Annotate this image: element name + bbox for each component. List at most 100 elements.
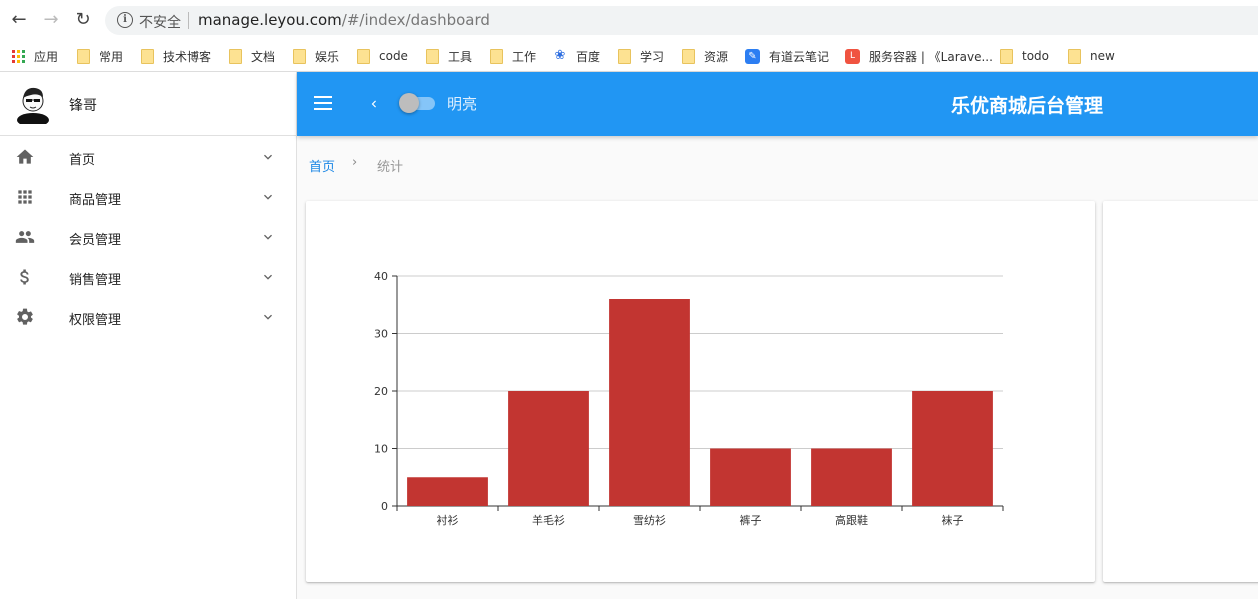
breadcrumb-current: 统计 (377, 160, 404, 175)
bar (811, 448, 892, 506)
x-tick-label: 雪纺衫 (633, 513, 666, 527)
folder-icon (77, 48, 90, 64)
sidebar-item-products[interactable]: 商品管理 (0, 177, 297, 217)
bookmark-label: 工具 (448, 49, 473, 64)
folder-icon (1068, 48, 1081, 64)
bar (609, 299, 690, 506)
sidebar: 锋哥 首页 商品管理 会员管理 销售管理 权限管理 (0, 72, 297, 599)
bookmark-apps[interactable]: 应用 (12, 46, 58, 66)
sidebar-item-label: 权限管理 (69, 313, 122, 328)
x-tick-label: 裤子 (740, 513, 762, 527)
y-tick-label: 10 (374, 443, 388, 456)
omnibox-divider (188, 12, 189, 29)
reload-icon[interactable]: ↻ (73, 10, 93, 30)
folder-icon (618, 48, 631, 64)
bookmark-folder[interactable]: 常用 (77, 46, 123, 66)
folder-icon (682, 48, 695, 64)
url-omnibox[interactable]: i 不安全 manage.leyou.com/#/index/dashboard (105, 6, 1258, 35)
menu-icon[interactable] (314, 96, 332, 110)
side-card (1103, 201, 1258, 582)
folder-icon (293, 48, 306, 64)
url-path: /#/index/dashboard (341, 11, 490, 29)
bookmark-label: 百度 (576, 49, 601, 64)
info-icon[interactable]: i (117, 12, 133, 28)
people-icon (15, 231, 35, 243)
x-tick-label: 羊毛衫 (532, 513, 565, 527)
bookmark-label: 常用 (99, 49, 124, 64)
bookmark-label: 服务容器 | 《Larave... (869, 49, 993, 64)
url-text[interactable]: manage.leyou.com/#/index/dashboard (198, 11, 490, 29)
bookmark-folder[interactable]: 学习 (618, 46, 664, 66)
folder-icon (490, 48, 503, 64)
bookmark-label: 文档 (251, 49, 276, 64)
bookmark-folder[interactable]: 资源 (682, 46, 728, 66)
apps-grid-icon (12, 49, 25, 63)
bookmarks-bar: 应用 常用 技术博客 文档 娱乐 code 工具 工作 ❀ 百度 学习 资源 ✎ 有… (0, 40, 1258, 72)
chevron-down-icon (264, 314, 272, 320)
bookmark-label: 资源 (704, 49, 729, 64)
user-name: 锋哥 (69, 98, 97, 114)
theme-switch-label: 明亮 (447, 95, 478, 113)
chevron-down-icon (264, 194, 272, 200)
bookmark-baidu[interactable]: ❀ 百度 (553, 46, 600, 66)
chart-card: 0 10 20 30 40 衬衫 羊毛衫 雪纺衫 裤子 高跟鞋 袜子 (306, 201, 1095, 582)
bookmark-folder[interactable]: 工具 (426, 46, 472, 66)
chevron-down-icon (264, 274, 272, 280)
bookmark-folder[interactable]: 文档 (229, 46, 275, 66)
browser-address-bar: ← → ↻ i 不安全 manage.leyou.com/#/index/das… (0, 0, 1258, 40)
x-tick-label: 高跟鞋 (835, 513, 868, 527)
bookmark-folder[interactable]: 工作 (490, 46, 536, 66)
security-indicator[interactable]: 不安全 (139, 12, 181, 32)
app-title: 乐优商城后台管理 (951, 95, 1104, 117)
dollar-icon (20, 269, 29, 285)
bar (407, 477, 488, 506)
y-tick-label: 20 (374, 385, 388, 398)
bar (912, 391, 993, 506)
sidebar-item-home[interactable]: 首页 (0, 137, 297, 177)
back-arrow-icon[interactable]: ← (9, 10, 29, 30)
sidebar-item-sales[interactable]: 销售管理 (0, 257, 297, 297)
breadcrumb-separator: › (352, 155, 358, 170)
sidebar-item-members[interactable]: 会员管理 (0, 217, 297, 257)
breadcrumb-home[interactable]: 首页 (309, 156, 335, 175)
avatar (17, 87, 49, 124)
bar (710, 448, 791, 506)
chevron-left-icon[interactable] (367, 96, 381, 112)
bar (508, 391, 589, 506)
app-toolbar: 明亮 乐优商城后台管理 (297, 72, 1258, 136)
bookmark-youdao[interactable]: ✎ 有道云笔记 (745, 46, 829, 66)
forward-arrow-icon[interactable]: → (41, 10, 61, 30)
bookmark-folder[interactable]: new (1068, 46, 1115, 66)
laravel-icon: L (845, 48, 860, 64)
bookmark-label: new (1090, 49, 1115, 63)
x-tick-label: 袜子 (942, 513, 964, 527)
bookmark-folder[interactable]: todo (1000, 46, 1049, 66)
bookmark-label: 工作 (512, 49, 537, 64)
settings-icon (17, 308, 33, 325)
sidebar-item-label: 商品管理 (69, 193, 122, 208)
home-icon (16, 149, 34, 164)
folder-icon (1000, 48, 1013, 64)
folder-icon (426, 48, 439, 64)
bookmark-label: 应用 (34, 49, 59, 64)
bookmark-label: todo (1022, 49, 1050, 63)
theme-switch-thumb[interactable] (399, 93, 419, 113)
youdao-note-icon: ✎ (745, 48, 760, 64)
baidu-paw-icon: ❀ (554, 48, 566, 63)
bookmark-laravel[interactable]: L 服务容器 | 《Larave... (845, 46, 993, 66)
bookmark-folder[interactable]: code (357, 46, 408, 66)
sidebar-item-permissions[interactable]: 权限管理 (0, 297, 297, 337)
sidebar-item-label: 首页 (69, 153, 96, 168)
bookmark-folder[interactable]: 娱乐 (293, 46, 339, 66)
y-tick-label: 40 (374, 270, 388, 283)
bar-chart: 0 10 20 30 40 衬衫 羊毛衫 雪纺衫 裤子 高跟鞋 袜子 (374, 270, 1004, 527)
apps-icon (18, 190, 32, 204)
chevron-down-icon (264, 154, 272, 160)
bookmark-label: code (379, 49, 408, 63)
y-tick-label: 30 (374, 328, 388, 341)
user-profile[interactable]: 锋哥 (0, 72, 297, 136)
bookmark-label: 娱乐 (315, 49, 340, 64)
x-tick-label: 衬衫 (437, 514, 459, 527)
bookmark-folder[interactable]: 技术博客 (141, 46, 211, 66)
bookmark-label: 有道云笔记 (769, 49, 830, 64)
